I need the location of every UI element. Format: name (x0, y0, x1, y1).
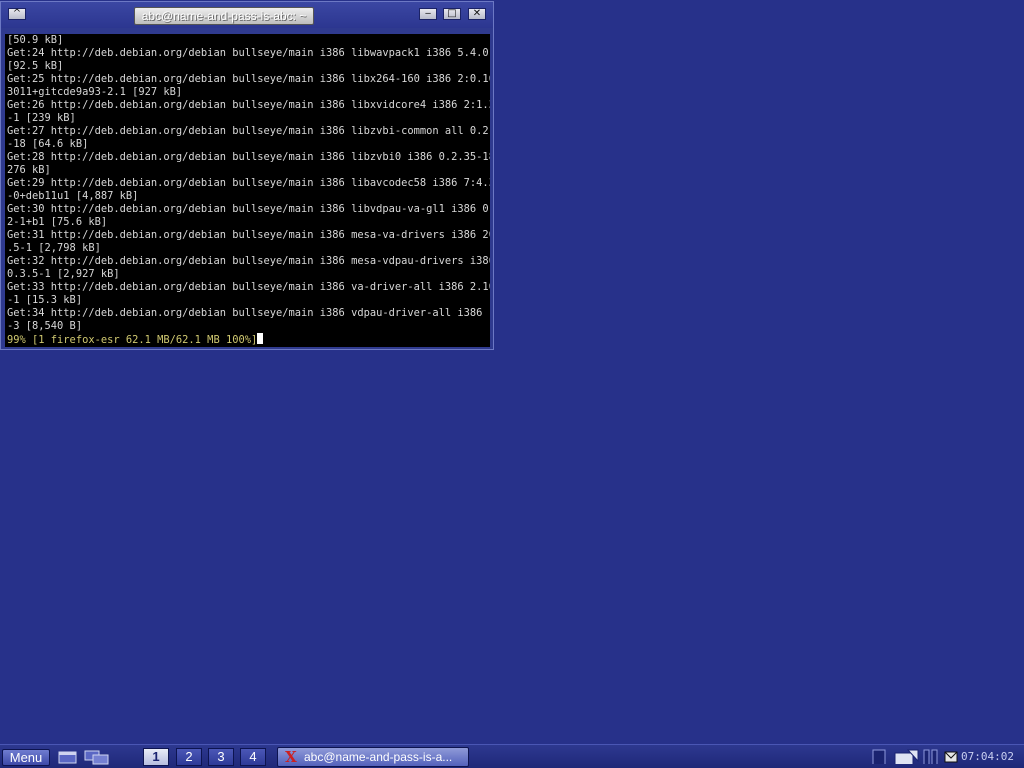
terminal-line: Get:30 http://deb.debian.org/debian bull… (7, 203, 490, 215)
maximize-icon: □ (447, 8, 457, 19)
workspace-1-button[interactable]: 1 (143, 748, 169, 766)
minimize-icon: ‒ (424, 8, 432, 19)
terminal-line: Get:29 http://deb.debian.org/debian bull… (7, 177, 490, 189)
workspace-2-button[interactable]: 2 (176, 748, 202, 766)
close-icon: ✕ (472, 8, 482, 19)
menu-button[interactable]: Menu (2, 749, 50, 766)
terminal-line: Get:28 http://deb.debian.org/debian bull… (7, 151, 490, 163)
chevron-up-icon: ^ (12, 8, 22, 19)
terminal-progress-line: 99% [1 firefox-esr 62.1 MB/62.1 MB 100%] (5, 333, 490, 347)
battery-icon[interactable] (922, 749, 940, 764)
volume-icon[interactable] (894, 749, 920, 764)
task-label: abc@name-and-pass-is-a... (304, 750, 453, 764)
terminal-line: 3011+gitcde9a93-2.1 [927 kB] (7, 86, 183, 98)
terminal-line: -1 [15.3 kB] (7, 294, 83, 306)
window-title: abc@name-and-pass-is-abc: ~ (134, 7, 314, 25)
window-titlebar[interactable]: ^ abc@name-and-pass-is-abc: ~ ‒ □ ✕ (1, 2, 493, 28)
terminal-line: -18 [64.6 kB] (7, 138, 89, 150)
terminal-line: -0+deb11u1 [4,887 kB] (7, 190, 139, 202)
terminal-output[interactable]: [50.9 kB] Get:24 http://deb.debian.org/de… (5, 34, 490, 347)
terminal-line: Get:33 http://deb.debian.org/debian bull… (7, 281, 490, 293)
window-list-icon[interactable] (84, 750, 110, 765)
terminal-line: [92.5 kB] (7, 60, 64, 72)
terminal-line: Get:25 http://deb.debian.org/debian bull… (7, 73, 490, 85)
workspace-3-button[interactable]: 3 (208, 748, 234, 766)
terminal-line: Get:31 http://deb.debian.org/debian bull… (7, 229, 490, 241)
terminal-line: 2-1+b1 [75.6 kB] (7, 216, 108, 228)
maximize-button[interactable]: □ (443, 8, 461, 20)
workspace-4-button[interactable]: 4 (240, 748, 266, 766)
progress-text: 99% [1 firefox-esr 62.1 MB/62.1 MB 100%] (7, 334, 258, 346)
terminal-line: -3 [8,540 B] (7, 320, 83, 332)
terminal-line: 276 kB] (7, 164, 51, 176)
mail-icon[interactable] (944, 750, 958, 765)
minimize-button[interactable]: ‒ (419, 8, 437, 20)
terminal-line: .5-1 [2,798 kB] (7, 242, 101, 254)
window-title-text: abc@name-and-pass-is-abc: ~ (141, 9, 307, 23)
terminal-line: Get:27 http://deb.debian.org/debian bull… (7, 125, 490, 137)
terminal-line: Get:26 http://deb.debian.org/debian bull… (7, 99, 490, 111)
network-icon[interactable] (870, 749, 890, 764)
terminal-window: ^ abc@name-and-pass-is-abc: ~ ‒ □ ✕ [50.… (0, 1, 494, 350)
taskbar: Menu 1 2 3 4 X abc@name-and-pass-is-a...… (0, 744, 1024, 768)
terminal-cursor (257, 333, 264, 344)
terminal-line: [50.9 kB] (7, 34, 64, 46)
task-button-terminal[interactable]: X abc@name-and-pass-is-a... (277, 747, 469, 767)
close-button[interactable]: ✕ (468, 8, 486, 20)
terminal-line: Get:32 http://deb.debian.org/debian bull… (7, 255, 490, 267)
terminal-app-icon: X (285, 748, 297, 766)
show-desktop-icon[interactable] (58, 750, 78, 765)
window-menu-button[interactable]: ^ (8, 8, 26, 20)
terminal-line: Get:24 http://deb.debian.org/debian bull… (7, 47, 490, 59)
terminal-line: 0.3.5-1 [2,927 kB] (7, 268, 120, 280)
clock: 07:04:02 (961, 750, 1014, 763)
terminal-line: Get:34 http://deb.debian.org/debian bull… (7, 307, 490, 319)
terminal-line: -1 [239 kB] (7, 112, 76, 124)
